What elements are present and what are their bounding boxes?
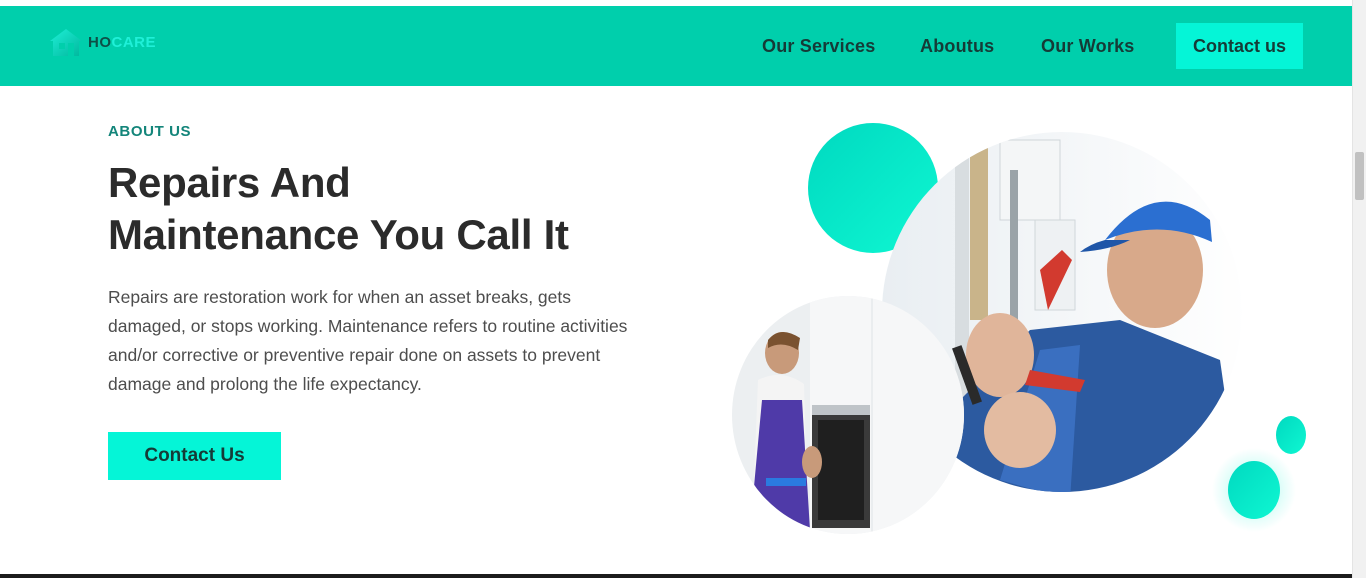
house-icon (50, 29, 82, 56)
logo[interactable]: HOCARE (48, 27, 156, 57)
logo-text-care: CARE (111, 33, 157, 51)
decor-oval-small (1276, 416, 1306, 454)
scrollbar-thumb[interactable] (1355, 152, 1364, 200)
logo-text-ho: HO (88, 33, 112, 51)
scrollbar[interactable] (1352, 0, 1366, 578)
navbar: HOCARE Our Services Aboutus Our Works Co… (0, 6, 1352, 86)
contact-us-button[interactable]: Contact Us (108, 432, 281, 480)
title-line-1: Repairs And (108, 159, 351, 206)
section-eyebrow: ABOUT US (108, 123, 192, 140)
nav-contact-button[interactable]: Contact us (1176, 23, 1303, 69)
nav-link-our-services[interactable]: Our Services (762, 36, 875, 57)
title-line-2: Maintenance You Call It (108, 211, 569, 258)
hero-illustration (732, 123, 1306, 534)
decor-oval-medium (1228, 461, 1280, 519)
nav-link-our-works[interactable]: Our Works (1041, 36, 1135, 57)
hero-description: Repairs are restoration work for when an… (108, 287, 628, 394)
bottom-bar (0, 574, 1352, 578)
page-title: Repairs And Maintenance You Call It (108, 157, 668, 261)
nav-link-aboutus[interactable]: Aboutus (920, 36, 994, 57)
